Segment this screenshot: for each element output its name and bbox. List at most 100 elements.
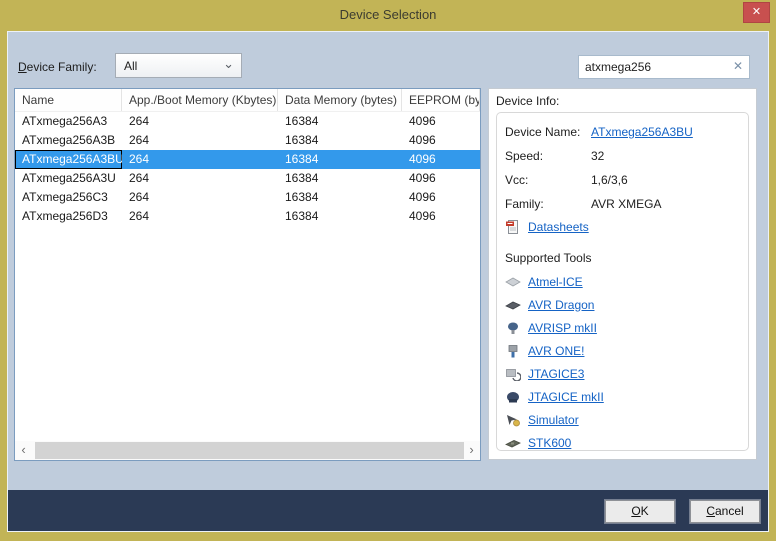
- column-header-app-boot-memory[interactable]: App./Boot Memory (Kbytes): [122, 89, 278, 111]
- avr-dragon-icon: [505, 298, 521, 312]
- horizontal-scrollbar[interactable]: ‹ ›: [15, 441, 480, 460]
- device-info-title: Device Info:: [496, 94, 559, 108]
- cell-eeprom: 4096: [402, 150, 480, 169]
- tool-item: JTAGICE mkII: [505, 385, 744, 408]
- dialog-body: Device Family: All ⌄ ✕ Name App./Boot Me…: [7, 31, 769, 532]
- cell-name: ATxmega256C3: [15, 188, 122, 207]
- device-info-panel: Device Info: Device Name: ATxmega256A3BU…: [488, 88, 757, 460]
- window-title: Device Selection: [0, 0, 776, 30]
- avrisp-mkii-icon: [505, 321, 521, 335]
- scroll-left-icon[interactable]: ‹: [15, 441, 32, 460]
- tool-item: Atmel-ICE: [505, 270, 744, 293]
- cell-data-memory: 16384: [278, 150, 402, 169]
- datasheets-link[interactable]: Datasheets: [528, 220, 589, 234]
- tool-link-avrisp-mkii[interactable]: AVRISP mkII: [528, 321, 597, 335]
- device-table: Name App./Boot Memory (Kbytes) Data Memo…: [14, 88, 481, 461]
- table-header: Name App./Boot Memory (Kbytes) Data Memo…: [15, 89, 480, 112]
- table-row-selected[interactable]: ATxmega256A3BU 264 16384 4096: [15, 150, 480, 169]
- close-button[interactable]: ✕: [743, 2, 770, 23]
- speed-label: Speed:: [505, 149, 591, 163]
- cell-data-memory: 16384: [278, 207, 402, 226]
- device-family-select[interactable]: All ⌄: [115, 53, 242, 78]
- tool-link-simulator[interactable]: Simulator: [528, 413, 579, 427]
- tool-item: AVRISP mkII: [505, 316, 744, 339]
- cancel-label-mnemonic: C: [706, 504, 715, 518]
- tool-link-avr-one[interactable]: AVR ONE!: [528, 344, 584, 358]
- cell-name: ATxmega256A3B: [15, 131, 122, 150]
- stk600-icon: [505, 436, 521, 450]
- device-name-field: Device Name: ATxmega256A3BU: [505, 120, 744, 144]
- vcc-value: 1,6/3,6: [591, 173, 628, 187]
- table-row[interactable]: ATxmega256D3 264 16384 4096: [15, 207, 480, 226]
- cell-app-boot: 264: [122, 169, 278, 188]
- tool-link-stk600[interactable]: STK600: [528, 436, 571, 450]
- scrollbar-thumb[interactable]: [35, 442, 464, 459]
- device-name-link[interactable]: ATxmega256A3BU: [591, 125, 693, 139]
- cell-app-boot: 264: [122, 207, 278, 226]
- avr-one-icon: [505, 344, 521, 358]
- atmel-ice-icon: [505, 275, 521, 289]
- family-field: Family: AVR XMEGA: [505, 192, 744, 216]
- pdf-datasheet-icon: [505, 219, 521, 235]
- supported-tools-title: Supported Tools: [505, 251, 744, 270]
- tool-link-jtagice3[interactable]: JTAGICE3: [528, 367, 584, 381]
- simulator-icon: [505, 413, 521, 427]
- speed-field: Speed: 32: [505, 144, 744, 168]
- cell-name: ATxmega256A3U: [15, 169, 122, 188]
- jtagice3-icon: [505, 367, 521, 381]
- cell-app-boot: 264: [122, 188, 278, 207]
- cell-data-memory: 16384: [278, 169, 402, 188]
- table-row[interactable]: ATxmega256C3 264 16384 4096: [15, 188, 480, 207]
- cell-data-memory: 16384: [278, 188, 402, 207]
- cell-app-boot: 264: [122, 150, 278, 169]
- device-selection-dialog: Device Selection ✕ Device Family: All ⌄ …: [0, 0, 776, 541]
- tool-link-atmel-ice[interactable]: Atmel-ICE: [528, 275, 583, 289]
- clear-search-icon[interactable]: ✕: [733, 59, 743, 73]
- ok-button[interactable]: OK: [605, 500, 675, 523]
- cancel-button[interactable]: Cancel: [690, 500, 760, 523]
- device-info-box: Device Name: ATxmega256A3BU Speed: 32 Vc…: [496, 112, 749, 451]
- speed-value: 32: [591, 149, 604, 163]
- datasheets-row: Datasheets: [505, 216, 744, 238]
- cell-eeprom: 4096: [402, 188, 480, 207]
- tool-item: AVR Dragon: [505, 293, 744, 316]
- search-input[interactable]: [585, 56, 725, 78]
- family-value: AVR XMEGA: [591, 197, 661, 211]
- device-family-value: All: [124, 59, 137, 73]
- cell-name: ATxmega256A3: [15, 112, 122, 131]
- table-row[interactable]: ATxmega256A3B 264 16384 4096: [15, 131, 480, 150]
- cell-app-boot: 264: [122, 112, 278, 131]
- device-name-label: Device Name:: [505, 125, 591, 139]
- table-row[interactable]: ATxmega256A3U 264 16384 4096: [15, 169, 480, 188]
- column-header-name[interactable]: Name: [15, 89, 122, 111]
- cancel-label-rest: ancel: [715, 504, 744, 518]
- footer-bar: OK Cancel: [8, 490, 768, 531]
- titlebar[interactable]: Device Selection ✕: [0, 0, 776, 31]
- family-label: Family:: [505, 197, 591, 211]
- ok-label-rest: K: [641, 504, 649, 518]
- search-box: ✕: [578, 55, 750, 79]
- jtagice-mkii-icon: [505, 390, 521, 404]
- column-header-data-memory[interactable]: Data Memory (bytes): [278, 89, 402, 111]
- scroll-right-icon[interactable]: ›: [463, 441, 480, 460]
- vcc-label: Vcc:: [505, 173, 591, 187]
- cell-eeprom: 4096: [402, 131, 480, 150]
- cell-data-memory: 16384: [278, 112, 402, 131]
- close-icon: ✕: [752, 6, 761, 18]
- cell-eeprom: 4096: [402, 207, 480, 226]
- cell-data-memory: 16384: [278, 131, 402, 150]
- cell-eeprom: 4096: [402, 112, 480, 131]
- vcc-field: Vcc: 1,6/3,6: [505, 168, 744, 192]
- cell-app-boot: 264: [122, 131, 278, 150]
- table-row[interactable]: ATxmega256A3 264 16384 4096: [15, 112, 480, 131]
- device-family-label: Device Family:: [18, 60, 97, 74]
- chevron-down-icon: ⌄: [223, 56, 234, 72]
- tool-item: Simulator: [505, 408, 744, 431]
- tool-item: AVR ONE!: [505, 339, 744, 362]
- column-header-eeprom[interactable]: EEPROM (bytes): [402, 89, 480, 111]
- cell-eeprom: 4096: [402, 169, 480, 188]
- cell-name: ATxmega256A3BU: [15, 150, 122, 169]
- tool-link-jtagice-mkii[interactable]: JTAGICE mkII: [528, 390, 604, 404]
- tool-link-avr-dragon[interactable]: AVR Dragon: [528, 298, 594, 312]
- device-family-label-mnemonic: D: [18, 60, 27, 74]
